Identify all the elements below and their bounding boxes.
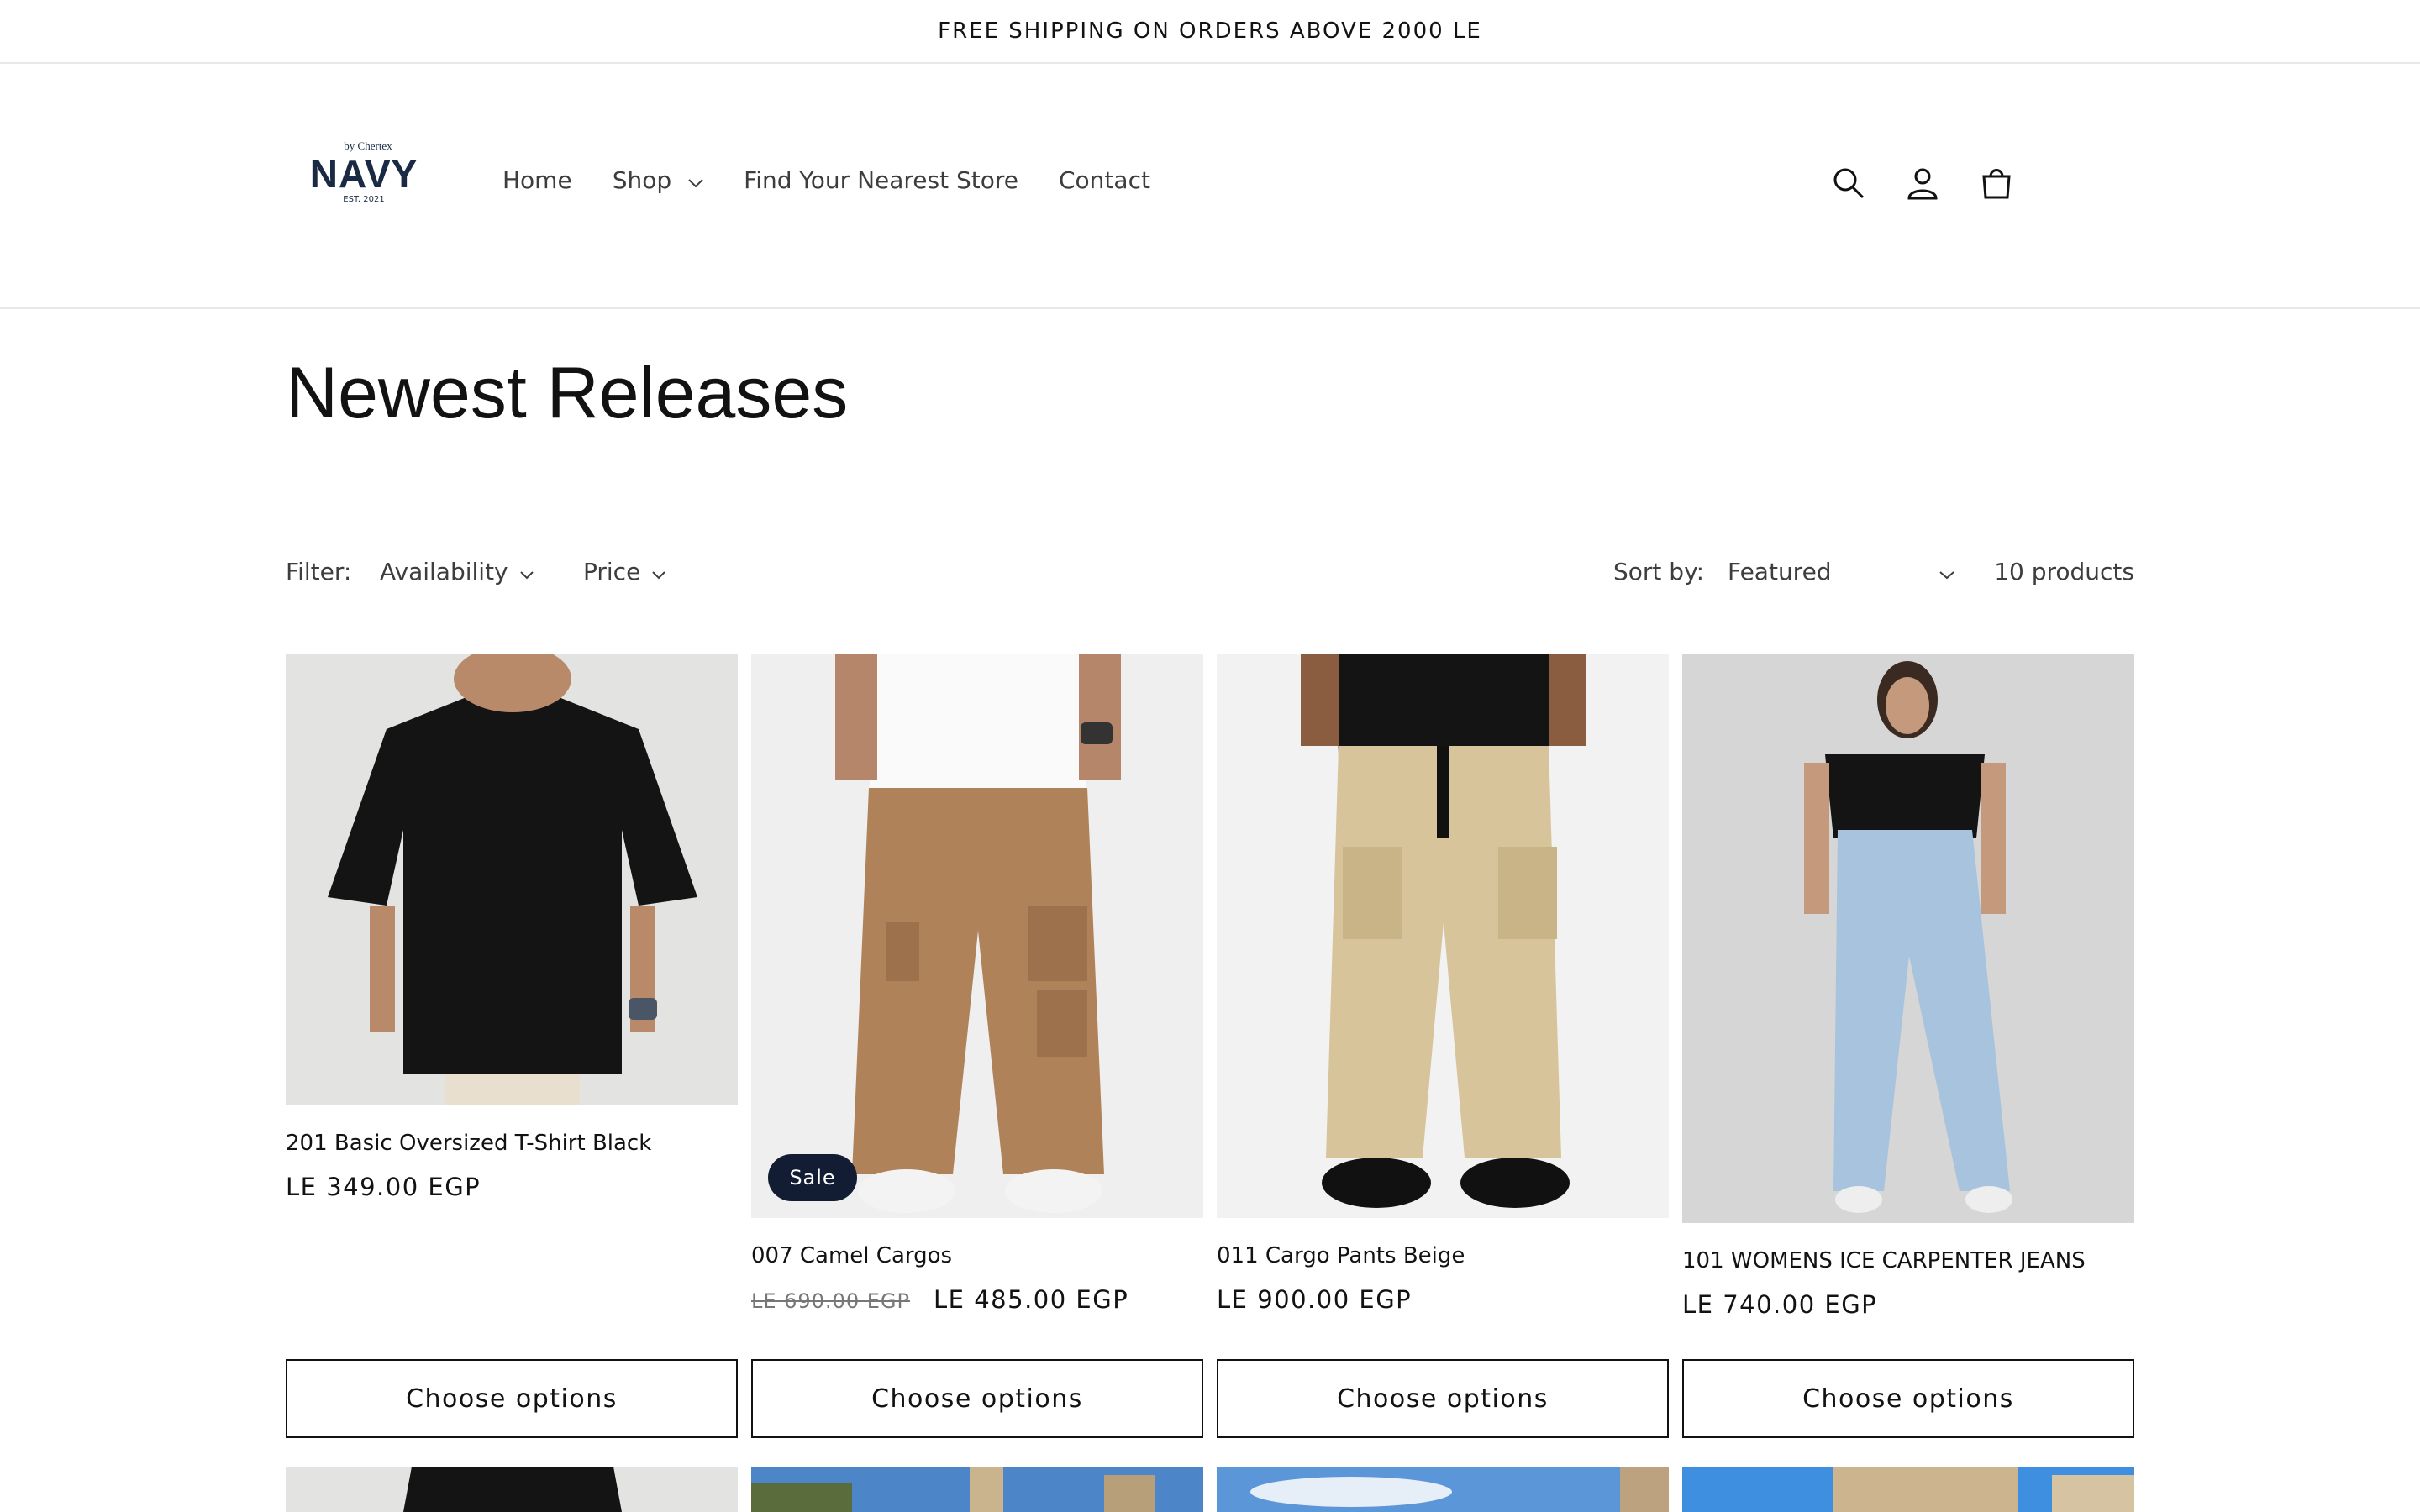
product-title[interactable]: 007 Camel Cargos [751,1243,952,1268]
sort-value: Featured [1728,558,1832,585]
account-icon[interactable] [1902,163,1943,203]
price-label: Price [583,558,641,585]
choose-options-button[interactable]: Choose options [1217,1359,1669,1438]
product-image[interactable] [1217,1467,1669,1512]
nav-shop[interactable]: Shop [613,166,703,194]
product-title[interactable]: 101 WOMENS ICE CARPENTER JEANS [1682,1248,2086,1273]
product-image[interactable] [1682,654,2134,1223]
announcement-text: FREE SHIPPING ON ORDERS ABOVE 2000 LE [938,18,1482,44]
product-image[interactable] [1682,1467,2134,1512]
product-price: LE 690.00 EGP LE 485.00 EGP [751,1285,1128,1314]
logo-established: EST. 2021 [343,195,385,204]
store-logo[interactable]: by Chertex NAVY EST. 2021 [302,139,425,220]
page-title: Newest Releases [286,353,849,433]
product-count: 10 products [1994,558,2134,585]
product-image[interactable] [286,654,738,1105]
main-nav: Home Shop Find Your Nearest Store Contac… [502,166,1150,194]
choose-options-button[interactable]: Choose options [751,1359,1203,1438]
chevron-down-icon [1939,558,1954,585]
product-title[interactable]: 201 Basic Oversized T-Shirt Black [286,1131,651,1156]
nav-contact[interactable]: Contact [1059,166,1150,194]
choose-options-button[interactable]: Choose options [1682,1359,2134,1438]
logo-name: NAVY [309,152,418,196]
product-price: LE 349.00 EGP [286,1173,481,1201]
product-image[interactable] [1217,654,1669,1218]
sort-label: Sort by: [1613,558,1705,585]
availability-filter[interactable]: Availability [380,558,534,585]
compare-at-price: LE 690.00 EGP [751,1289,911,1313]
product-image[interactable] [286,1467,738,1512]
product-image[interactable] [751,1467,1203,1512]
logo-tagline: by Chertex [344,139,392,152]
product-price: LE 740.00 EGP [1682,1290,1878,1319]
nav-home[interactable]: Home [502,166,572,194]
search-icon[interactable] [1828,163,1869,203]
nav-shop-label: Shop [612,166,672,194]
product-title[interactable]: 011 Cargo Pants Beige [1217,1243,1465,1268]
choose-options-button[interactable]: Choose options [286,1359,738,1438]
filter-bar: Filter: Availability Price Sort by: Feat… [286,558,2134,591]
sale-price: LE 485.00 EGP [934,1285,1129,1314]
availability-label: Availability [380,558,508,585]
filter-label: Filter: [286,558,352,585]
sale-badge: Sale [768,1154,857,1201]
chevron-down-icon [688,166,703,194]
product-image[interactable] [751,654,1203,1218]
chevron-down-icon [652,558,666,585]
chevron-down-icon [519,558,534,585]
nav-find-store[interactable]: Find Your Nearest Store [744,166,1018,194]
sort-select[interactable]: Featured [1728,558,1954,585]
announcement-bar: FREE SHIPPING ON ORDERS ABOVE 2000 LE [0,0,2420,64]
product-price: LE 900.00 EGP [1217,1285,1413,1314]
cart-icon[interactable] [1976,163,2017,203]
site-header: by Chertex NAVY EST. 2021 Home Shop Find… [0,64,2420,309]
header-icons [1795,163,2017,203]
price-filter[interactable]: Price [583,558,666,585]
